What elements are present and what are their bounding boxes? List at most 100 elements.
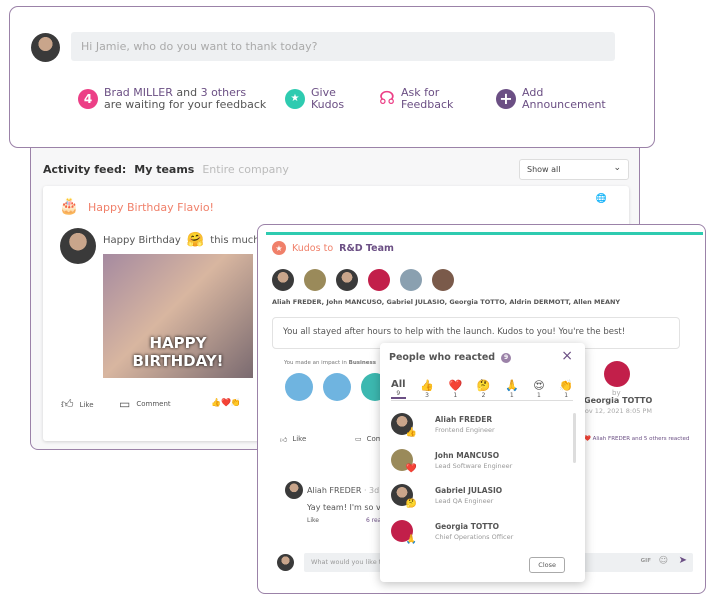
- rocket-badge-icon: [285, 373, 313, 401]
- avatar: ❤️: [391, 449, 417, 474]
- author-avatar[interactable]: [60, 228, 96, 264]
- clap-icon: 👏: [559, 379, 573, 392]
- list-item[interactable]: 🤔 Gabriel JULASIO Lead QA Engineer: [391, 484, 503, 509]
- post-date: Nov 12, 2021 8:05 PM: [580, 407, 652, 415]
- gif-button[interactable]: GIF: [641, 558, 651, 564]
- avatar[interactable]: [336, 269, 358, 291]
- teal-accent-bar: [266, 232, 703, 235]
- emoji-icon[interactable]: ☺: [659, 556, 668, 566]
- tab-count: 1: [453, 392, 458, 399]
- thumbs-up-icon: 👍︎: [280, 436, 288, 444]
- tab-count: 2: [481, 392, 486, 399]
- globe-icon: 🌐: [595, 194, 607, 204]
- filter-value: Show all: [527, 165, 561, 174]
- reply-placeholder: What would you like to: [311, 558, 386, 566]
- kudos-label-2: Kudos: [311, 98, 345, 111]
- comment-button[interactable]: ▭ Comment: [119, 397, 171, 411]
- thinking-icon: 🤔: [476, 379, 491, 392]
- pray-icon: 🙏: [504, 379, 519, 392]
- send-icon[interactable]: ➤: [679, 555, 687, 566]
- avatar: 🙏: [391, 520, 417, 545]
- reaction-icon: 🤔: [405, 499, 417, 509]
- avatar[interactable]: [272, 269, 294, 291]
- people-who-reacted-popup: People who reacted 9 × All 9 👍 3 ❤️ 1 🤔 2 🙏 1 …: [380, 343, 585, 582]
- tab-all[interactable]: All 9: [391, 379, 406, 399]
- impact-text: You made an impact in: [284, 360, 347, 366]
- tab-label: All: [391, 379, 406, 390]
- avatar[interactable]: [304, 269, 326, 291]
- heart-icon: ❤️: [448, 379, 463, 392]
- commenter-name[interactable]: Aliah FREDER: [307, 486, 361, 495]
- tab-count: 1: [509, 392, 514, 399]
- comment-icon: ▭: [355, 435, 362, 443]
- person-name: Georgia TOTTO: [435, 521, 499, 531]
- kudos-prefix: Kudos to: [292, 242, 334, 254]
- comment-like-button[interactable]: Like: [307, 517, 319, 524]
- author-name[interactable]: Georgia TOTTO: [584, 396, 652, 405]
- reacted-text: Aliah FREDER and 5 others reacted: [592, 436, 690, 442]
- plus-icon: +: [496, 89, 516, 109]
- tab-clap[interactable]: 👏 1: [559, 379, 573, 399]
- reaction-icon: 👍: [405, 428, 417, 438]
- reacted-summary[interactable]: ❤️ Aliah FREDER and 5 others reacted: [584, 436, 689, 442]
- like-button[interactable]: 👍︎ Like: [61, 397, 94, 412]
- birthday-gif[interactable]: HAPPY BIRTHDAY!: [103, 254, 253, 378]
- kudos-team[interactable]: R&D Team: [339, 243, 394, 254]
- reaction-count-badge: 9: [501, 352, 512, 363]
- tab-my-teams[interactable]: My teams: [134, 163, 194, 176]
- user-avatar[interactable]: [277, 554, 294, 571]
- hug-emoji: 🤗: [186, 232, 205, 248]
- cake-icon: 🎂: [59, 196, 79, 215]
- ask-feedback-button[interactable]: ☊ Ask for Feedback: [379, 87, 453, 111]
- ask-label-2: Feedback: [401, 98, 454, 111]
- rating-badge-icon: [323, 373, 351, 401]
- reaction-summary[interactable]: 👍❤️👏: [211, 398, 241, 407]
- ask-feedback-icon: ☊: [379, 88, 395, 109]
- list-item[interactable]: 👍 Aliah FREDER Frontend Engineer: [391, 413, 495, 438]
- tab-count: 1: [564, 392, 569, 399]
- tab-thinking[interactable]: 🤔 2: [477, 379, 491, 399]
- recipient-avatars: [272, 269, 454, 291]
- pending-feedback[interactable]: 4 Brad MILLER and 3 others are waiting fo…: [78, 87, 266, 111]
- close-button[interactable]: Close: [529, 557, 565, 573]
- list-item[interactable]: ❤️ John MANCUSO Lead Software Engineer: [391, 449, 513, 474]
- scrollbar[interactable]: [573, 413, 576, 463]
- tab-thumbs-up[interactable]: 👍 3: [420, 379, 434, 399]
- comment-text: Yay team! I'm so ve: [307, 503, 386, 512]
- tab-entire-company[interactable]: Entire company: [202, 163, 289, 176]
- feed-filter-select[interactable]: Show all ⌄: [519, 159, 629, 180]
- commenter-avatar[interactable]: [285, 481, 303, 499]
- like-button[interactable]: 👍︎ Like: [280, 435, 306, 444]
- feed-label: Activity feed:: [43, 163, 127, 176]
- tab-heart-eyes[interactable]: 😍 1: [533, 379, 544, 399]
- person-role: Lead QA Engineer: [435, 496, 494, 505]
- avatar: 👍: [391, 413, 417, 438]
- like-label: Like: [79, 400, 94, 409]
- tab-count: 3: [425, 392, 429, 399]
- tab-pray[interactable]: 🙏 1: [505, 379, 519, 399]
- person-name: Gabriel JULASIO: [435, 485, 503, 495]
- avatar[interactable]: [400, 269, 422, 291]
- user-avatar[interactable]: [31, 33, 60, 62]
- chevron-down-icon: ⌄: [613, 163, 621, 173]
- list-item[interactable]: 🙏 Georgia TOTTO Chief Operations Officer: [391, 520, 513, 545]
- heart-eyes-icon: 😍: [533, 379, 545, 392]
- tab-heart[interactable]: ❤️ 1: [448, 379, 462, 399]
- thank-input[interactable]: Hi Jamie, who do you want to thank today…: [71, 32, 615, 61]
- impact-value: Business: [348, 360, 377, 366]
- author-avatar[interactable]: [604, 361, 630, 387]
- avatar[interactable]: [432, 269, 454, 291]
- ann-label-2: Announcement: [522, 98, 606, 111]
- give-kudos-button[interactable]: ★ Give Kudos: [285, 87, 344, 111]
- like-label: Like: [292, 435, 307, 443]
- comment-time: · 3d: [363, 486, 380, 495]
- comment-icon: ▭: [119, 397, 131, 411]
- popup-title: People who reacted: [389, 352, 496, 363]
- avatar: 🤔: [391, 484, 417, 509]
- close-icon[interactable]: ×: [561, 348, 573, 364]
- person-role: Lead Software Engineer: [435, 461, 513, 470]
- avatar[interactable]: [368, 269, 390, 291]
- add-announcement-button[interactable]: + Add Announcement: [496, 87, 606, 111]
- kudos-badge-icon: ★: [272, 241, 286, 255]
- post-title: Happy Birthday Flavio!: [88, 201, 214, 214]
